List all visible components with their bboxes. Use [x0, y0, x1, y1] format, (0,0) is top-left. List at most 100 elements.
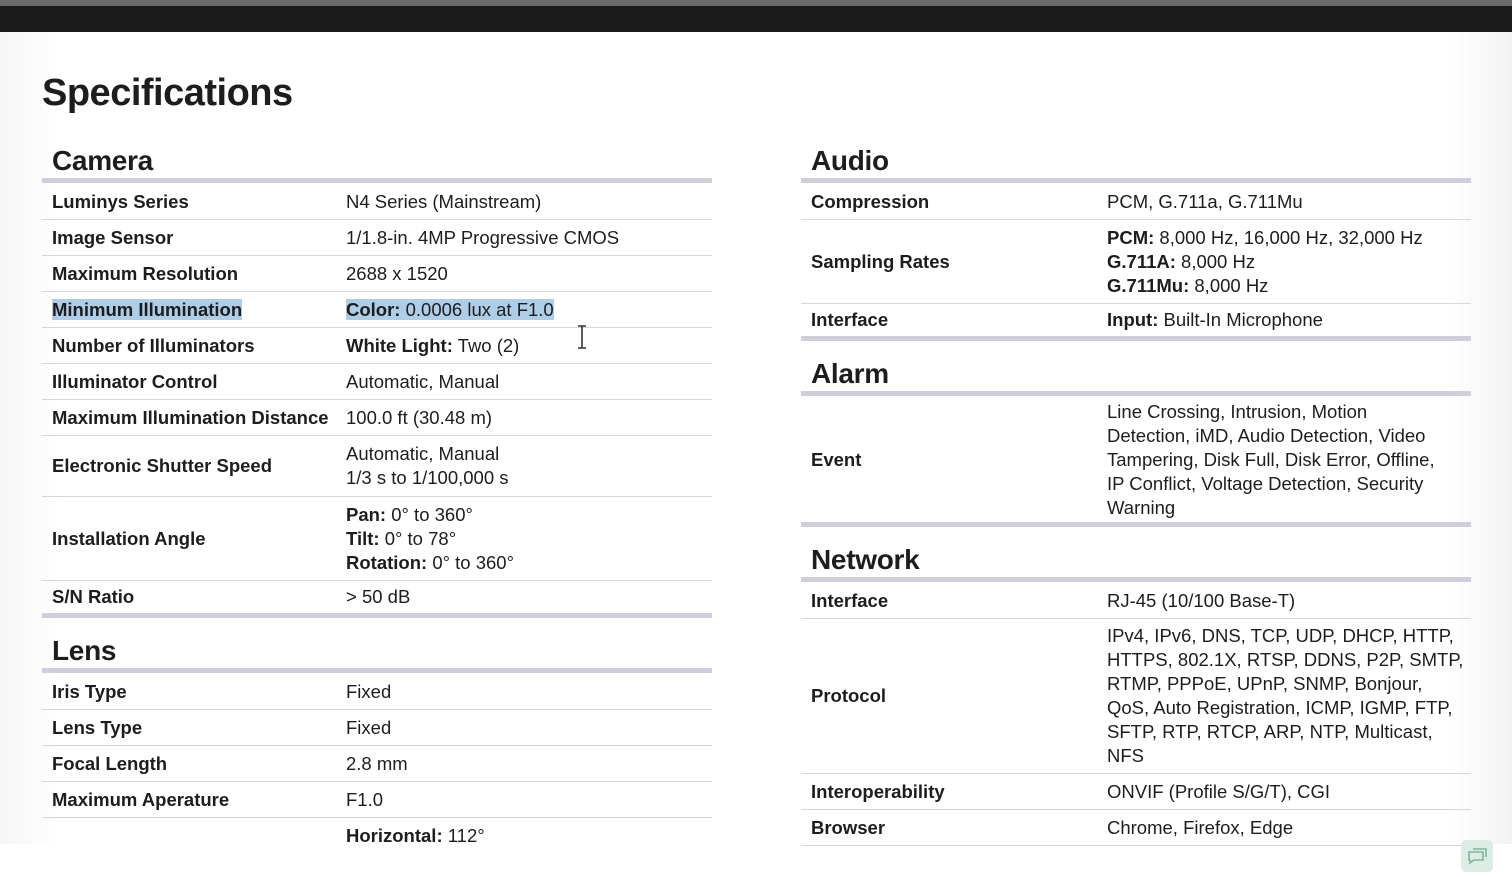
section-title-lens: Lens	[52, 635, 117, 666]
right-column: Audio Compression PCM, G.711a, G.711Mu S…	[801, 142, 1471, 846]
selected-text[interactable]: Color: 0.0006 lux at F1.0	[346, 298, 554, 320]
spec-value[interactable]: Color: 0.0006 lux at F1.0	[346, 292, 554, 328]
value-line: IP Conflict, Voltage Detection, Security	[1107, 473, 1424, 494]
value-prefix: Color:	[346, 298, 401, 320]
value-text: 0.0006 lux at F1.0	[400, 298, 554, 320]
value-line: Tampering, Disk Full, Disk Error, Offlin…	[1107, 449, 1435, 470]
spec-row: Iris Type Fixed	[42, 675, 712, 710]
spec-value: PCM, G.711a, G.711Mu	[1107, 191, 1303, 212]
value-text: Built-In Microphone	[1158, 309, 1323, 330]
value-text: 8,000 Hz, 16,000 Hz, 32,000 Hz	[1154, 226, 1423, 248]
value-line: HTTPS, 802.1X, RTSP, DDNS, P2P, SMTP,	[1107, 649, 1464, 670]
document-page: Specifications Camera Luminys Series N4 …	[0, 32, 1512, 872]
value-line: Line Crossing, Intrusion, Motion	[1107, 401, 1368, 422]
spec-label: Interface	[811, 590, 889, 611]
spec-label[interactable]: Minimum Illumination	[42, 298, 346, 321]
spec-value: Fixed	[346, 716, 392, 738]
spec-row: Luminys Series N4 Series (Mainstream)	[42, 185, 712, 220]
value-line: Detection, iMD, Audio Detection, Video	[1107, 425, 1426, 446]
spec-value: Fixed	[346, 681, 392, 702]
section-rule	[42, 668, 712, 673]
spec-row: Maximum Illumination Distance 100.0 ft (…	[42, 400, 712, 436]
spec-label: Iris Type	[52, 681, 127, 702]
top-bar	[0, 0, 1512, 32]
spec-row: S/N Ratio > 50 dB	[42, 581, 712, 618]
spec-label: Interoperability	[811, 780, 945, 802]
value-line: NFS	[1107, 745, 1144, 766]
spec-value: 2.8 mm	[346, 752, 408, 774]
spec-value: N4 Series (Mainstream)	[346, 191, 542, 212]
spec-value: 100.0 ft (30.48 m)	[346, 406, 493, 428]
text-cursor-icon	[578, 325, 586, 349]
spec-row: Maximum Aperature F1.0	[42, 782, 712, 818]
section-title-audio: Audio	[811, 145, 889, 176]
value-prefix: G.711Mu:	[1107, 274, 1190, 296]
left-column: Camera Luminys Series N4 Series (Mainstr…	[42, 142, 712, 858]
spec-value: F1.0	[346, 788, 384, 810]
spec-row: Event Line Crossing, Intrusion, Motion D…	[801, 398, 1471, 527]
spec-label: Luminys Series	[52, 191, 189, 212]
spec-row: Number of Illuminators White Light: Two …	[42, 328, 712, 364]
value-prefix: Horizontal:	[346, 825, 443, 846]
value-line: Automatic, Manual	[346, 443, 500, 464]
spec-label: Sampling Rates	[811, 250, 950, 272]
spec-label: Interface	[811, 309, 889, 330]
value-prefix: Input:	[1107, 309, 1159, 330]
spec-value: Chrome, Firefox, Edge	[1107, 816, 1294, 838]
value-text: 0° to 360°	[386, 503, 473, 525]
spec-value: RJ-45 (10/100 Base-T)	[1107, 590, 1296, 611]
spec-label: Installation Angle	[52, 527, 206, 549]
section-title-camera: Camera	[52, 145, 153, 176]
spec-value: 1/1.8-in. 4MP Progressive CMOS	[346, 226, 620, 248]
spec-value: > 50 dB	[346, 586, 411, 607]
section-title-network: Network	[811, 544, 920, 575]
spec-row: Installation Angle Pan: 0° to 360° Tilt:…	[42, 497, 712, 581]
spec-label: Browser	[811, 816, 886, 838]
value-line: Tilt: 0° to 78°	[346, 527, 514, 551]
spec-label: Image Sensor	[52, 226, 174, 248]
value-text: 8,000 Hz	[1175, 250, 1256, 272]
spec-label: Number of Illuminators	[52, 334, 255, 356]
spec-row: Maximum Resolution 2688 x 1520	[42, 256, 712, 292]
value-line: Rotation: 0° to 360°	[346, 551, 514, 575]
section-rule	[801, 577, 1471, 582]
value-prefix: Pan:	[346, 503, 387, 525]
spec-row: Lens Type Fixed	[42, 710, 712, 746]
value-line: Pan: 0° to 360°	[346, 503, 514, 527]
spec-row: Interface Input: Built-In Microphone	[801, 304, 1471, 341]
value-prefix: G.711A:	[1107, 250, 1176, 272]
spec-label: Event	[811, 449, 862, 470]
value-line: QoS, Auto Registration, ICMP, IGMP, FTP,	[1107, 697, 1453, 718]
spec-row: Focal Length 2.8 mm	[42, 746, 712, 782]
value-prefix: Rotation:	[346, 551, 428, 573]
spec-row-highlighted: Minimum Illumination Color: 0.0006 lux a…	[42, 292, 712, 328]
spec-row: Interface RJ-45 (10/100 Base-T)	[801, 584, 1471, 619]
spec-label: Maximum Resolution	[52, 262, 239, 284]
spec-row: Image Sensor 1/1.8-in. 4MP Progressive C…	[42, 220, 712, 256]
spec-row: Compression PCM, G.711a, G.711Mu	[801, 185, 1471, 220]
value-line: G.711A: 8,000 Hz	[1107, 250, 1423, 274]
chat-icon[interactable]	[1461, 840, 1493, 872]
value-line: 1/3 s to 1/100,000 s	[346, 467, 509, 488]
value-line: G.711Mu: 8,000 Hz	[1107, 274, 1423, 298]
spec-value: Automatic, Manual 1/3 s to 1/100,000 s	[346, 436, 509, 496]
selected-text[interactable]: Minimum Illumination	[52, 298, 243, 320]
spec-value: Pan: 0° to 360° Tilt: 0° to 78° Rotation…	[346, 497, 514, 581]
value-line: PCM: 8,000 Hz, 16,000 Hz, 32,000 Hz	[1107, 226, 1423, 250]
value-line: IPv4, IPv6, DNS, TCP, UDP, DHCP, HTTP,	[1107, 625, 1454, 646]
spec-value: White Light: Two (2)	[346, 328, 519, 364]
spec-row: Protocol IPv4, IPv6, DNS, TCP, UDP, DHCP…	[801, 619, 1471, 774]
spec-value: ONVIF (Profile S/G/T), CGI	[1107, 780, 1331, 802]
spec-value: IPv4, IPv6, DNS, TCP, UDP, DHCP, HTTP, H…	[1107, 618, 1463, 774]
chat-glyph	[1468, 848, 1487, 865]
spec-label: Protocol	[811, 685, 887, 706]
spec-row: Electronic Shutter Speed Automatic, Manu…	[42, 436, 712, 497]
value-line: RTMP, PPPoE, UPnP, SNMP, Bonjour,	[1107, 673, 1423, 694]
spec-label: S/N Ratio	[52, 586, 135, 607]
spec-row: Horizontal: 112°	[42, 818, 712, 858]
page-title: Specifications	[42, 72, 293, 114]
value-text: 8,000 Hz	[1189, 274, 1269, 296]
value-line: Warning	[1107, 497, 1176, 518]
